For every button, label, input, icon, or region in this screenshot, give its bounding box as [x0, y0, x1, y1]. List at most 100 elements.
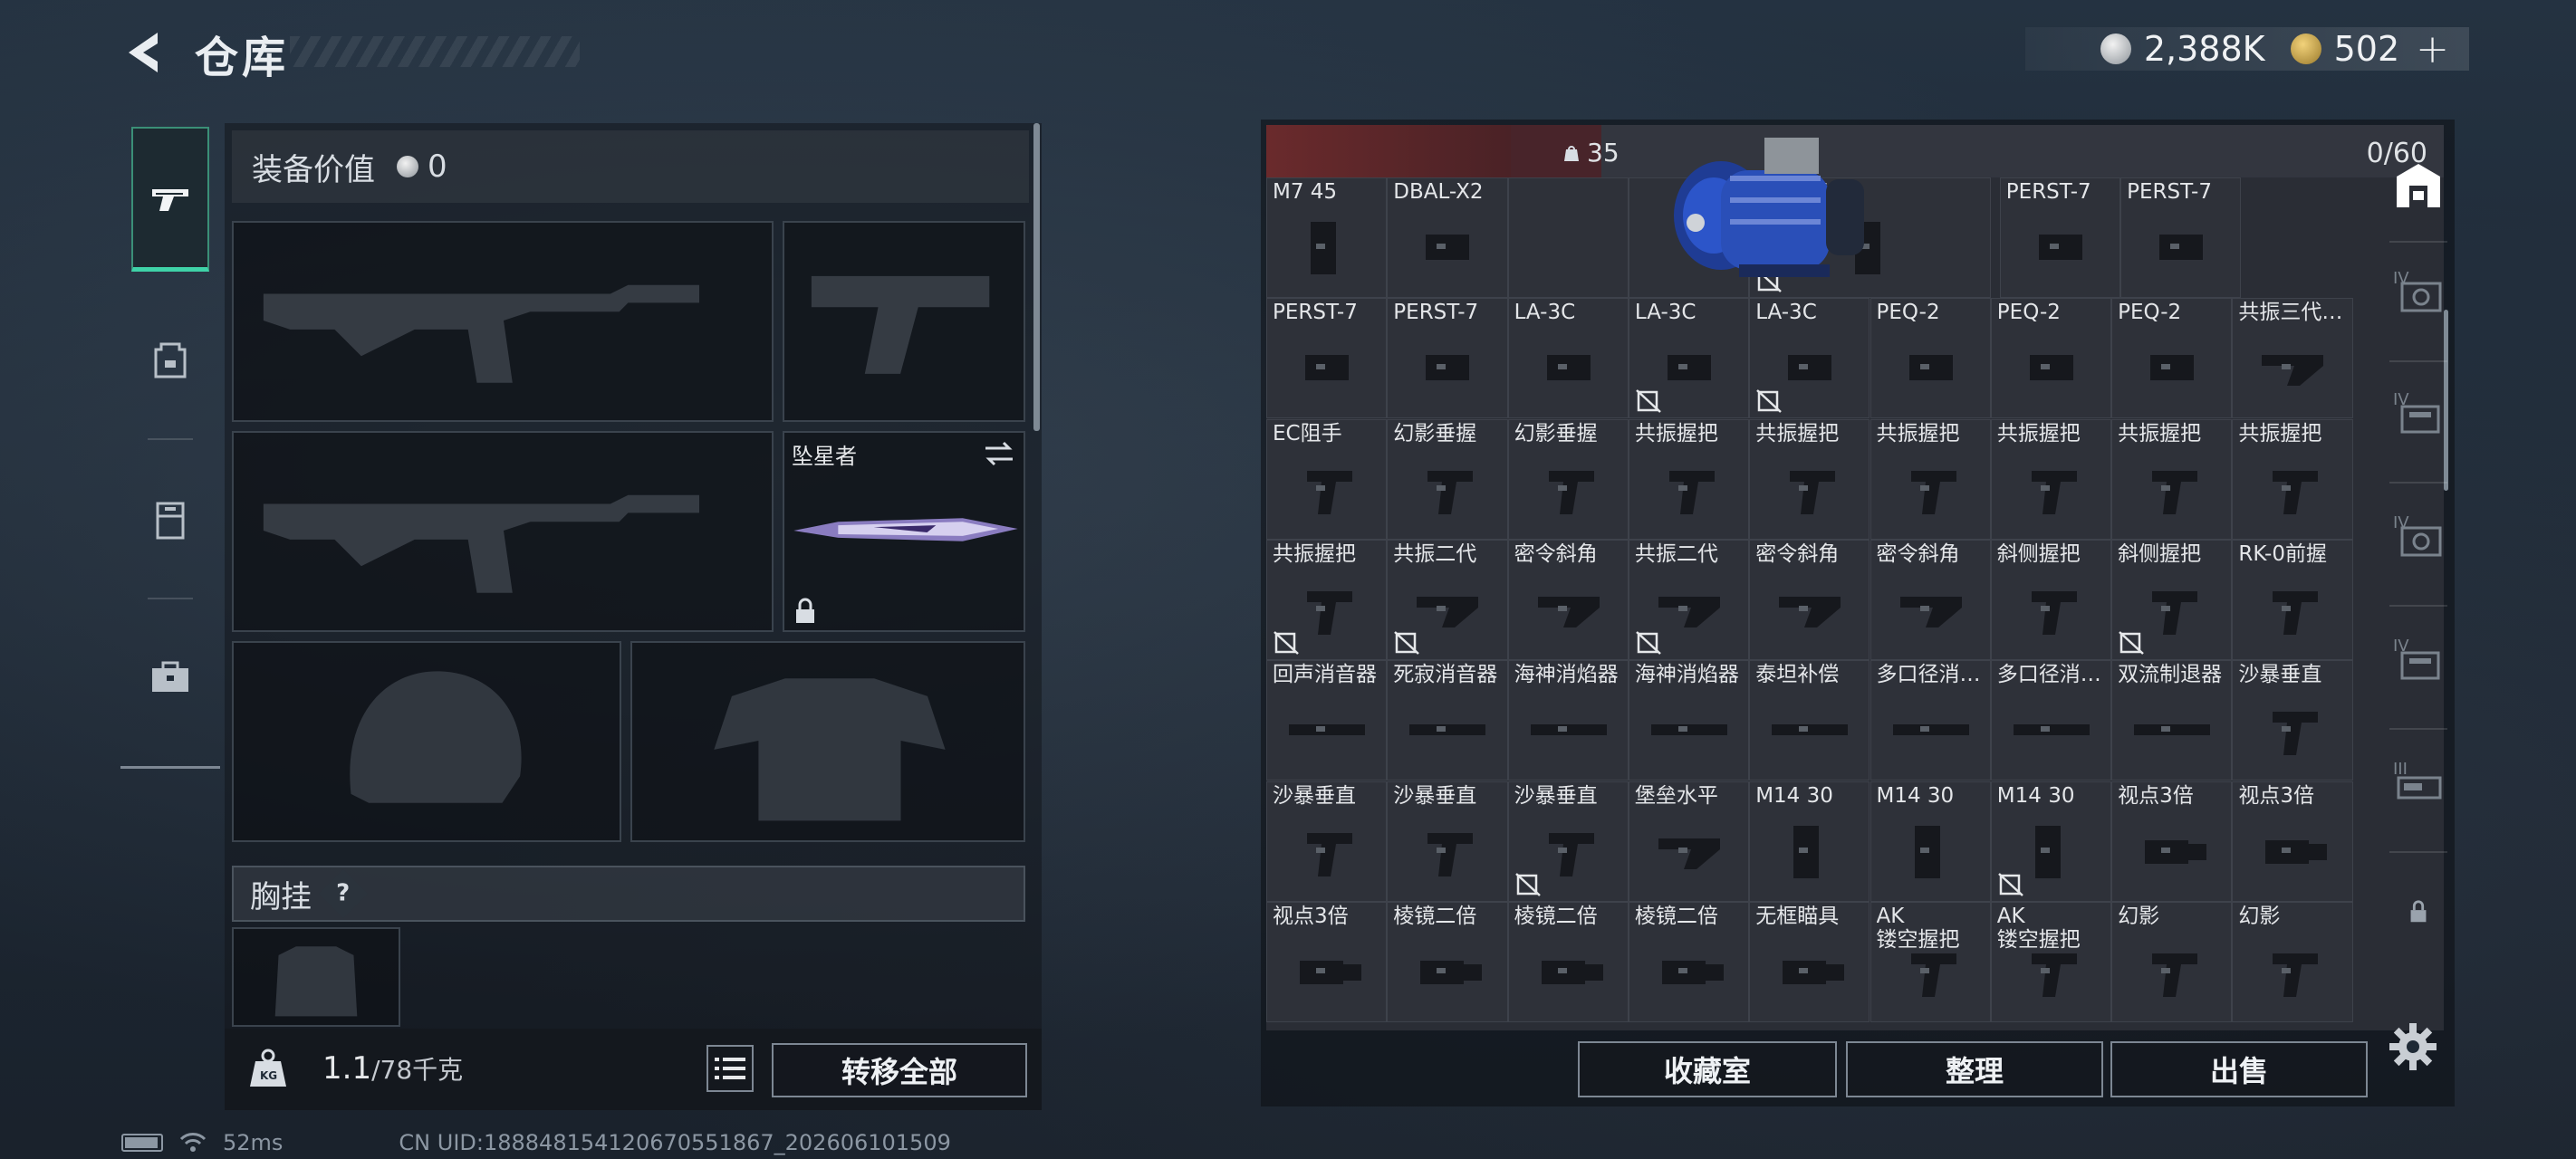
stash-item[interactable]: 密令斜角	[1870, 539, 1991, 660]
stash-item[interactable]: 共振握把	[1266, 539, 1388, 660]
stash-item[interactable]: 共振二代	[1387, 539, 1508, 660]
tab-stash-iv-1[interactable]: IV	[2382, 243, 2455, 342]
stash-item[interactable]: 沙暴垂直	[2232, 660, 2353, 781]
tab-stash-iv-4[interactable]: IV	[2382, 610, 2455, 710]
stash-item[interactable]: AK 镂空握把	[1990, 901, 2112, 1022]
stash-item[interactable]: 共振二代	[1628, 539, 1750, 660]
stash-item[interactable]: M7 45	[1266, 177, 1388, 298]
item-name: 共振握把	[1634, 421, 1718, 445]
stash-item[interactable]: 沙暴垂直	[1507, 781, 1629, 902]
stash-item[interactable]: 堡垒水平	[1628, 781, 1750, 902]
stash-item[interactable]: 沙暴垂直	[1266, 781, 1388, 902]
helmet-slot[interactable]	[232, 641, 621, 842]
stash-item[interactable]: 共振握把	[1628, 418, 1750, 540]
stash-item[interactable]: 海神消焰器	[1628, 660, 1750, 781]
stash-item[interactable]: 多口径消…	[1870, 660, 1991, 781]
stash-item[interactable]	[1507, 177, 1629, 298]
stash-item[interactable]: PEQ-2	[1990, 298, 2112, 419]
stash-item[interactable]: 多口径消…	[1990, 660, 2112, 781]
stash-item[interactable]: PERST-7	[1999, 177, 2121, 298]
tab-stash-iv-2[interactable]: IV	[2382, 364, 2455, 464]
stash-item[interactable]: 沙暴垂直	[1387, 781, 1508, 902]
gear-icon[interactable]	[2386, 1020, 2440, 1074]
stash-item[interactable]: LA-3C	[1628, 298, 1750, 419]
stash-item[interactable]: 泰坦补偿	[1749, 660, 1870, 781]
stash-item[interactable]: EC阻手	[1266, 418, 1388, 540]
stash-item[interactable]: 密令斜角	[1507, 539, 1629, 660]
stash-item[interactable]: PEQ-2	[1870, 298, 1991, 419]
chest-rig-slot[interactable]	[232, 927, 400, 1027]
tab-toolbox[interactable]	[131, 605, 209, 750]
stash-item[interactable]: 棱镜二倍	[1507, 901, 1629, 1022]
add-currency-button[interactable]: +	[2416, 26, 2449, 72]
sell-button[interactable]: 出售	[2110, 1041, 2368, 1097]
tab-divider	[2389, 851, 2447, 853]
item-name: M7 45	[1273, 180, 1338, 204]
back-arrow-icon[interactable]	[118, 25, 172, 80]
stash-item[interactable]: 死寂消音器	[1387, 660, 1508, 781]
sidearm-slot[interactable]	[783, 221, 1025, 422]
tab-bag[interactable]	[131, 447, 209, 592]
item-name: 沙暴垂直	[1393, 783, 1477, 808]
stash-item[interactable]: 回声消音器	[1266, 660, 1388, 781]
electric-motor-icon[interactable]	[1658, 125, 1875, 292]
list-view-button[interactable]	[706, 1045, 754, 1092]
melee-slot[interactable]: 坠星者	[783, 431, 1025, 632]
stash-item[interactable]: PERST-7	[2120, 177, 2242, 298]
stash-item[interactable]: 共振握把	[2111, 418, 2233, 540]
stash-item[interactable]: 海神消焰器	[1507, 660, 1629, 781]
stash-item[interactable]: M14 30	[1990, 781, 2112, 902]
secondary-weapon-slot[interactable]	[232, 431, 774, 632]
stash-item[interactable]: 双流制退器	[2111, 660, 2233, 781]
stash-item[interactable]: 共振握把	[2232, 418, 2353, 540]
organize-button[interactable]: 整理	[1846, 1041, 2103, 1097]
stash-item[interactable]: 视点3倍	[2111, 781, 2233, 902]
stash-item[interactable]: M14 30	[1749, 781, 1870, 902]
tab-stash-iv-3[interactable]: IV	[2382, 487, 2455, 587]
stash-item[interactable]: PERST-7	[1387, 298, 1508, 419]
stash-item[interactable]: DBAL-X2	[1387, 177, 1508, 298]
armor-slot[interactable]	[630, 641, 1025, 842]
tab-armor[interactable]	[131, 288, 209, 433]
tab-stash-main[interactable]	[2382, 136, 2455, 235]
stash-item[interactable]: 斜侧握把	[1990, 539, 2112, 660]
stash-item[interactable]: 幻影	[2111, 901, 2233, 1022]
stash-item[interactable]: 棱镜二倍	[1387, 901, 1508, 1022]
stash-item[interactable]: 幻影垂握	[1507, 418, 1629, 540]
stash-item[interactable]: LA-3C	[1749, 298, 1870, 419]
stash-item[interactable]: 幻影垂握	[1387, 418, 1508, 540]
tab-locked[interactable]	[2382, 862, 2455, 962]
stash-item[interactable]: 视点3倍	[1266, 901, 1388, 1022]
stash-item[interactable]: AK 镂空握把	[1870, 901, 1991, 1022]
item-name: 无框瞄具	[1755, 904, 1840, 928]
stash-item[interactable]: 幻影	[2232, 901, 2353, 1022]
stash-item[interactable]: 视点3倍	[2232, 781, 2353, 902]
attachment-icon	[2273, 590, 2319, 635]
stash-item[interactable]: 共振握把	[1870, 418, 1991, 540]
stash-item[interactable]: 共振握把	[1749, 418, 1870, 540]
stash-item[interactable]: 斜侧握把	[2111, 539, 2233, 660]
stash-item[interactable]: PEQ-2	[2111, 298, 2233, 419]
stash-item[interactable]: RK-0前握	[2232, 539, 2353, 660]
transfer-all-button[interactable]: 转移全部	[772, 1043, 1027, 1097]
attachment-icon	[2265, 839, 2328, 864]
stash-item[interactable]: 棱镜二倍	[1628, 901, 1750, 1022]
stash-grid-container: 35 0/60 M7 45DBAL-X2VSS 45PERST-7PERST-7…	[1266, 125, 2444, 1030]
tab-stash-iii[interactable]: III	[2382, 733, 2455, 833]
stash-page-tabs: IV IV IV IV III	[2382, 127, 2455, 1014]
stash-item[interactable]: 密令斜角	[1749, 539, 1870, 660]
tab-weapons[interactable]	[131, 127, 209, 272]
stash-item[interactable]: LA-3C	[1507, 298, 1629, 419]
stash-item[interactable]: PERST-7	[1266, 298, 1388, 419]
primary-weapon-slot[interactable]	[232, 221, 774, 422]
left-scrollbar[interactable]	[1033, 123, 1040, 431]
stash-item[interactable]: 共振握把	[1990, 418, 2112, 540]
attachment-icon	[1300, 960, 1361, 984]
item-name: 共振握把	[1996, 421, 2081, 445]
stash-item[interactable]: M14 30	[1870, 781, 1991, 902]
help-icon[interactable]: ?	[319, 869, 368, 918]
stash-item[interactable]: 共振三代…	[2232, 298, 2353, 419]
stash-item[interactable]: 无框瞄具	[1749, 901, 1870, 1022]
attachment-icon	[2152, 470, 2198, 514]
collection-room-button[interactable]: 收藏室	[1578, 1041, 1837, 1097]
